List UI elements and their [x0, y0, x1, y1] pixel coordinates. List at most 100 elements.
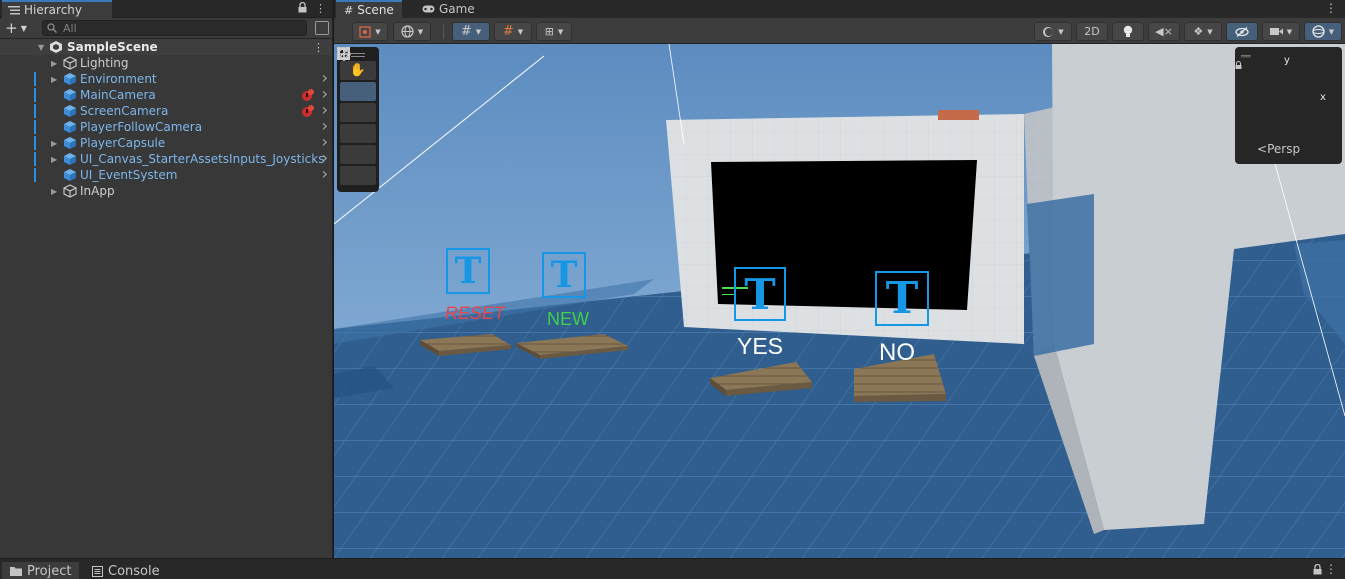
- tab-hierarchy[interactable]: Hierarchy: [2, 0, 113, 18]
- hierarchy-item[interactable]: ScreenCamera ›: [0, 100, 332, 119]
- prefab-cube-icon: [64, 137, 76, 149]
- scene-more-icon[interactable]: ⋮: [1325, 1, 1337, 15]
- hierarchy-tree: ▼ SampleScene ⋮ ▶ Lighting ▶ Environment › Ma…: [0, 39, 332, 199]
- tab-project[interactable]: Project: [2, 562, 80, 579]
- axis-y-label: y: [1284, 55, 1290, 66]
- hand-tool-button[interactable]: ✋: [340, 61, 376, 80]
- override-indicator: [34, 104, 36, 118]
- effects-icon: ❖: [1193, 25, 1204, 38]
- text-object-icon[interactable]: T: [446, 248, 490, 294]
- expand-arrow-icon[interactable]: ▼: [38, 43, 44, 52]
- gizmo-handle-icon[interactable]: ══: [1241, 52, 1251, 61]
- hierarchy-item[interactable]: ▶ UI_Canvas_StarterAssetsInputs_Joysticks…: [0, 148, 332, 167]
- hierarchy-item[interactable]: MainCamera ›: [0, 84, 332, 103]
- override-indicator: [34, 168, 36, 182]
- text-object-icon[interactable]: T: [734, 267, 786, 321]
- unity-scene-icon: [50, 41, 62, 53]
- tab-scene[interactable]: # Scene: [336, 0, 402, 18]
- rotate-tool-button[interactable]: [338, 47, 376, 122]
- yes-label: YES: [737, 333, 784, 359]
- grid-snap-button[interactable]: # ▼: [452, 22, 490, 41]
- override-indicator: [34, 72, 36, 86]
- new-label: NEW: [547, 309, 589, 329]
- lighting-toggle-button[interactable]: [1112, 22, 1144, 41]
- search-icon: [47, 23, 57, 33]
- hierarchy-item-label: Lighting: [80, 56, 129, 70]
- chevron-right-icon[interactable]: ›: [322, 164, 328, 183]
- hierarchy-item[interactable]: UI_EventSystem ›: [0, 164, 332, 183]
- bottom-lock-icon[interactable]: [1313, 564, 1322, 575]
- override-indicator: [34, 136, 36, 150]
- prefab-cube-icon: [64, 105, 76, 117]
- reset-label: RESET: [443, 303, 507, 323]
- scene-toolbar: ▼ ▼ # ▼ # ▼ ⊞ ▼ ▼ 2D ◀× ❖ ▼ ▼ ▼: [334, 18, 1345, 44]
- projection-label: Persp: [1267, 142, 1301, 156]
- hierarchy-item[interactable]: PlayerFollowCamera ›: [0, 116, 332, 135]
- more-options-icon[interactable]: ⋮: [315, 2, 326, 15]
- speaker-muted-icon: ◀×: [1155, 25, 1173, 38]
- hierarchy-item[interactable]: ▶ Environment ›: [0, 68, 332, 87]
- hierarchy-item-label: PlayerFollowCamera: [80, 120, 203, 134]
- grid-snap-icon: #: [460, 24, 472, 39]
- scene-gizmo-panel[interactable]: ══ y x <Persp: [1235, 47, 1342, 164]
- rect-tool-button[interactable]: [337, 47, 376, 164]
- gizmos-button[interactable]: ▼: [1304, 22, 1342, 41]
- unity-editor: Hierarchy ⋮ + ▼ All ▼ SampleScene ⋮ ▶ Li…: [0, 0, 1345, 579]
- 2d-toggle-button[interactable]: 2D: [1076, 22, 1108, 41]
- projection-toggle[interactable]: <Persp: [1257, 142, 1300, 156]
- hierarchy-panel: Hierarchy ⋮ + ▼ All ▼ SampleScene ⋮ ▶ Li…: [0, 0, 333, 558]
- hierarchy-item[interactable]: ▶ PlayerCapsule ›: [0, 132, 332, 151]
- snap-increment-button[interactable]: # ▼: [494, 22, 532, 41]
- grid-icon: #: [344, 3, 354, 17]
- tab-console[interactable]: Console: [84, 562, 168, 579]
- audio-toggle-button[interactable]: ◀×: [1148, 22, 1180, 41]
- tool-palette: ✋: [337, 47, 379, 192]
- list-icon: [8, 6, 20, 15]
- scene-name: SampleScene: [67, 40, 158, 54]
- perspective-icon: <: [1257, 142, 1268, 156]
- prefab-cube-icon: [64, 89, 76, 101]
- tab-project-label: Project: [27, 563, 72, 579]
- draw-mode-button[interactable]: ▼: [352, 22, 388, 41]
- missing-script-warning-icon[interactable]: [301, 104, 315, 118]
- effects-button[interactable]: ❖ ▼: [1184, 22, 1222, 41]
- prefab-cube-icon: [64, 73, 76, 85]
- hierarchy-item-label: UI_EventSystem: [80, 168, 178, 182]
- search-by-type-icon[interactable]: [315, 21, 329, 35]
- hierarchy-item-label: PlayerCapsule: [80, 136, 166, 150]
- create-button[interactable]: + ▼: [0, 19, 32, 37]
- missing-script-warning-icon[interactable]: [301, 88, 315, 102]
- search-input[interactable]: [63, 21, 283, 35]
- expand-arrow-icon[interactable]: ▶: [51, 59, 57, 68]
- grid-visibility-button[interactable]: ⊞ ▼: [536, 22, 572, 41]
- gameobject-cube-icon: [63, 56, 77, 70]
- folder-icon: [10, 567, 22, 576]
- lock-icon[interactable]: [298, 2, 307, 13]
- scene-menu-icon[interactable]: ⋮: [313, 41, 324, 54]
- scene-visibility-button[interactable]: [1226, 22, 1258, 41]
- global-local-button[interactable]: ▼: [393, 22, 431, 41]
- prefab-cube-icon: [64, 121, 76, 133]
- expand-arrow-icon[interactable]: ▶: [51, 155, 57, 164]
- hierarchy-item-label: UI_Canvas_StarterAssetsInputs_Joysticks: [80, 152, 325, 166]
- gizmo-lock-icon[interactable]: [1235, 61, 1242, 69]
- expand-arrow-icon[interactable]: ▶: [51, 187, 57, 196]
- scale-tool-button[interactable]: [337, 47, 376, 143]
- shading-mode-button[interactable]: ▼: [1034, 22, 1072, 41]
- move-tool-button[interactable]: [337, 47, 376, 101]
- camera-settings-button[interactable]: ▼: [1262, 22, 1300, 41]
- text-object-icon[interactable]: T: [542, 252, 586, 298]
- console-icon: [92, 565, 103, 577]
- scene-viewport[interactable]: ✋ ══ y x <Persp T T T T RESET NEW YES NO: [334, 44, 1345, 558]
- override-indicator: [34, 152, 36, 166]
- hierarchy-item[interactable]: ▶ Lighting: [0, 55, 332, 71]
- no-label: NO: [879, 339, 915, 366]
- hierarchy-item[interactable]: ▶ InApp: [0, 183, 332, 199]
- expand-arrow-icon[interactable]: ▶: [51, 139, 57, 148]
- text-object-icon[interactable]: T: [875, 271, 929, 326]
- bottom-more-icon[interactable]: ⋮: [1325, 562, 1337, 576]
- tab-game[interactable]: Game: [414, 0, 483, 18]
- transform-tool-button[interactable]: [337, 47, 376, 185]
- scene-row[interactable]: ▼ SampleScene ⋮: [0, 39, 332, 55]
- expand-arrow-icon[interactable]: ▶: [51, 75, 57, 84]
